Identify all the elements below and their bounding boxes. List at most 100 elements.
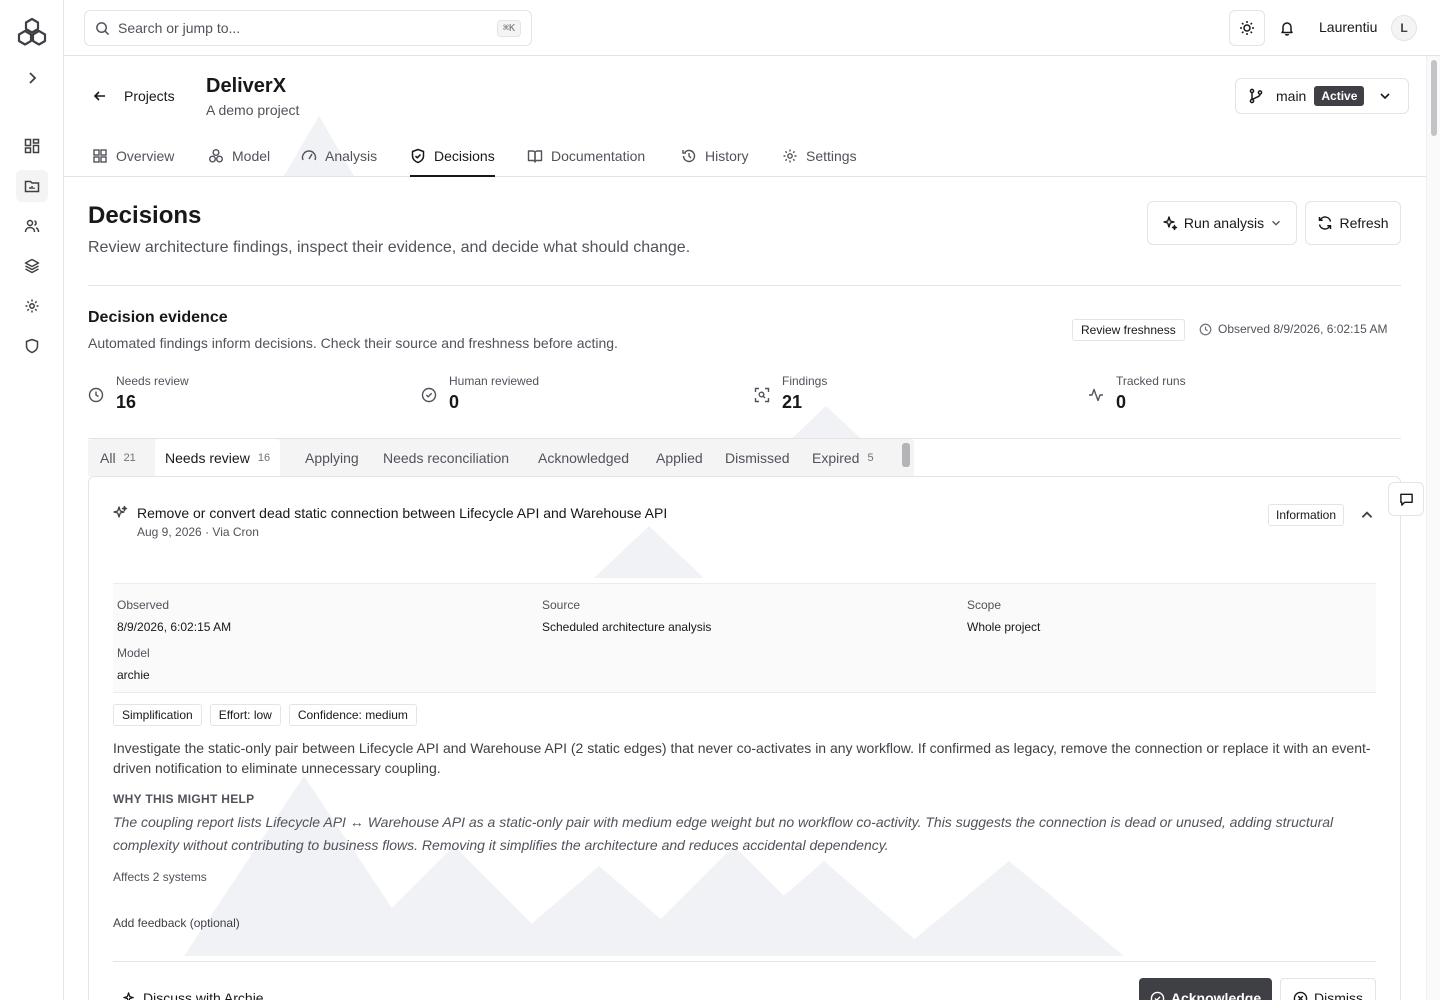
filter-tab-applying[interactable]: Applying xyxy=(305,439,359,476)
filter-tab-label: All xyxy=(100,449,116,466)
finding-summary: Investigate the static-only pair between… xyxy=(113,740,1371,776)
tab-model[interactable]: Model xyxy=(208,136,270,176)
back-button[interactable] xyxy=(90,86,110,106)
project-tabs: Overview Model Analysis Decisions Docume… xyxy=(64,136,1426,177)
sidebar xyxy=(0,0,64,1000)
users-icon[interactable] xyxy=(16,210,48,242)
clock-icon xyxy=(1199,323,1212,336)
observed-label: Observed 8/9/2026, 6:02:15 AM xyxy=(1218,322,1388,336)
sun-icon xyxy=(1239,20,1255,36)
acknowledge-label: Acknowledge xyxy=(1170,990,1262,1000)
tab-overview[interactable]: Overview xyxy=(92,136,174,176)
filter-tab-all[interactable]: All 21 xyxy=(100,439,136,476)
chevron-down-icon xyxy=(1378,89,1392,103)
tab-label: History xyxy=(705,148,749,164)
why-heading: WHY THIS MIGHT HELP xyxy=(113,792,255,806)
filter-tab-expired[interactable]: Expired 5 xyxy=(812,439,874,476)
theme-toggle-button[interactable] xyxy=(1229,10,1265,46)
meta-observed: Observed 8/9/2026, 6:02:15 AM xyxy=(117,598,231,634)
user-name[interactable]: Laurentiu xyxy=(1319,19,1377,35)
tab-settings[interactable]: Settings xyxy=(782,136,857,176)
project-subtitle: A demo project xyxy=(206,102,300,118)
filter-tab-applied[interactable]: Applied xyxy=(656,439,703,476)
stat-value: 0 xyxy=(449,392,460,412)
book-icon xyxy=(527,148,543,164)
x-circle-icon xyxy=(1293,991,1308,1000)
meta-source: Source Scheduled architecture analysis xyxy=(542,598,711,634)
divider xyxy=(113,961,1376,962)
git-branch-icon xyxy=(1248,88,1264,104)
chevron-up-icon[interactable] xyxy=(1359,507,1375,523)
avatar[interactable]: L xyxy=(1391,15,1417,41)
app-logo[interactable] xyxy=(16,16,48,48)
tab-label: Overview xyxy=(116,148,175,164)
refresh-icon xyxy=(1317,215,1333,231)
tab-analysis[interactable]: Analysis xyxy=(301,136,377,176)
discuss-with-archie-button[interactable]: Discuss with Archie xyxy=(122,990,264,1000)
filter-tab-label: Applying xyxy=(305,449,359,466)
review-freshness-button[interactable]: Review freshness xyxy=(1072,319,1185,341)
settings-icon[interactable] xyxy=(16,290,48,322)
page-scrollbar[interactable] xyxy=(1426,56,1440,1000)
meta-value: Whole project xyxy=(967,620,1041,634)
filter-tab-label: Needs review xyxy=(165,449,250,466)
breadcrumb-projects[interactable]: Projects xyxy=(124,88,175,104)
dashboard-icon[interactable] xyxy=(16,130,48,162)
filter-tab-needs-reconciliation[interactable]: Needs reconciliation xyxy=(383,439,509,476)
project-title: DeliverX xyxy=(206,75,287,97)
filter-tab-acknowledged[interactable]: Acknowledged xyxy=(538,439,629,476)
gauge-icon xyxy=(301,148,317,164)
message-icon xyxy=(1399,492,1414,507)
search-icon xyxy=(95,21,110,36)
stat-label: Human reviewed xyxy=(449,374,540,388)
activity-icon xyxy=(1088,387,1104,413)
filter-tab-label: Needs reconciliation xyxy=(383,449,510,466)
filter-tab-dismissed[interactable]: Dismissed xyxy=(725,439,790,476)
scrollbar-thumb[interactable] xyxy=(1431,60,1437,136)
shield-check-icon xyxy=(410,148,426,164)
projects-icon[interactable] xyxy=(16,170,48,202)
branch-status-badge: Active xyxy=(1314,86,1365,106)
check-circle-icon xyxy=(1150,991,1165,1000)
expand-sidebar-button[interactable] xyxy=(16,62,48,94)
history-icon xyxy=(681,148,697,164)
chat-button[interactable] xyxy=(1388,482,1424,516)
tag-chip: Confidence: medium xyxy=(288,704,417,726)
branch-selector[interactable]: main Active xyxy=(1235,78,1409,114)
tab-history[interactable]: History xyxy=(681,136,749,176)
main-content: Projects DeliverX A demo project main Ac… xyxy=(64,56,1426,1000)
finding-date: Aug 9, 2026 xyxy=(137,525,202,539)
evidence-title: Decision evidence xyxy=(88,309,228,326)
page-title: Decisions xyxy=(88,202,202,229)
filter-tab-label: Applied xyxy=(656,449,703,466)
status-filter-tabs: All 21 Needs review 16 Applying Needs re… xyxy=(88,438,1401,476)
layers-icon[interactable] xyxy=(16,250,48,282)
page-description: Review architecture findings, inspect th… xyxy=(88,239,691,256)
sparkle-icon xyxy=(122,991,137,1000)
tab-label: Settings xyxy=(806,148,857,164)
tab-label: Model xyxy=(232,148,271,164)
filter-tabs-scrollbar[interactable] xyxy=(902,443,910,467)
affects-systems[interactable]: Affects 2 systems xyxy=(113,870,207,884)
scan-icon xyxy=(754,387,770,413)
evidence-description: Automated findings inform decisions. Che… xyxy=(88,335,618,351)
why-text: The coupling report lists Lifecycle API … xyxy=(113,814,1334,853)
sparkle-icon xyxy=(1162,215,1178,231)
filter-tab-label: Expired xyxy=(812,449,860,466)
tab-documentation[interactable]: Documentation xyxy=(527,136,645,176)
check-circle-icon xyxy=(421,387,437,413)
acknowledge-button[interactable]: Acknowledge xyxy=(1139,978,1272,1000)
dismiss-button[interactable]: Dismiss xyxy=(1280,978,1376,1000)
filter-tab-needs-review[interactable]: Needs review 16 xyxy=(155,439,281,476)
run-analysis-button[interactable]: Run analysis xyxy=(1147,201,1297,245)
notifications-button[interactable] xyxy=(1269,10,1305,46)
refresh-button[interactable]: Refresh xyxy=(1305,201,1401,245)
tab-decisions[interactable]: Decisions xyxy=(410,136,495,177)
meta-value: archie xyxy=(117,668,150,682)
feedback-label[interactable]: Add feedback (optional) xyxy=(113,916,240,930)
search-input[interactable]: Search or jump to... ⌘K xyxy=(84,10,532,46)
shield-icon[interactable] xyxy=(16,330,48,362)
finding-tags: Simplification Effort: low Confidence: m… xyxy=(113,704,417,726)
tab-label: Documentation xyxy=(551,148,646,164)
finding-title[interactable]: Remove or convert dead static connection… xyxy=(137,505,667,521)
